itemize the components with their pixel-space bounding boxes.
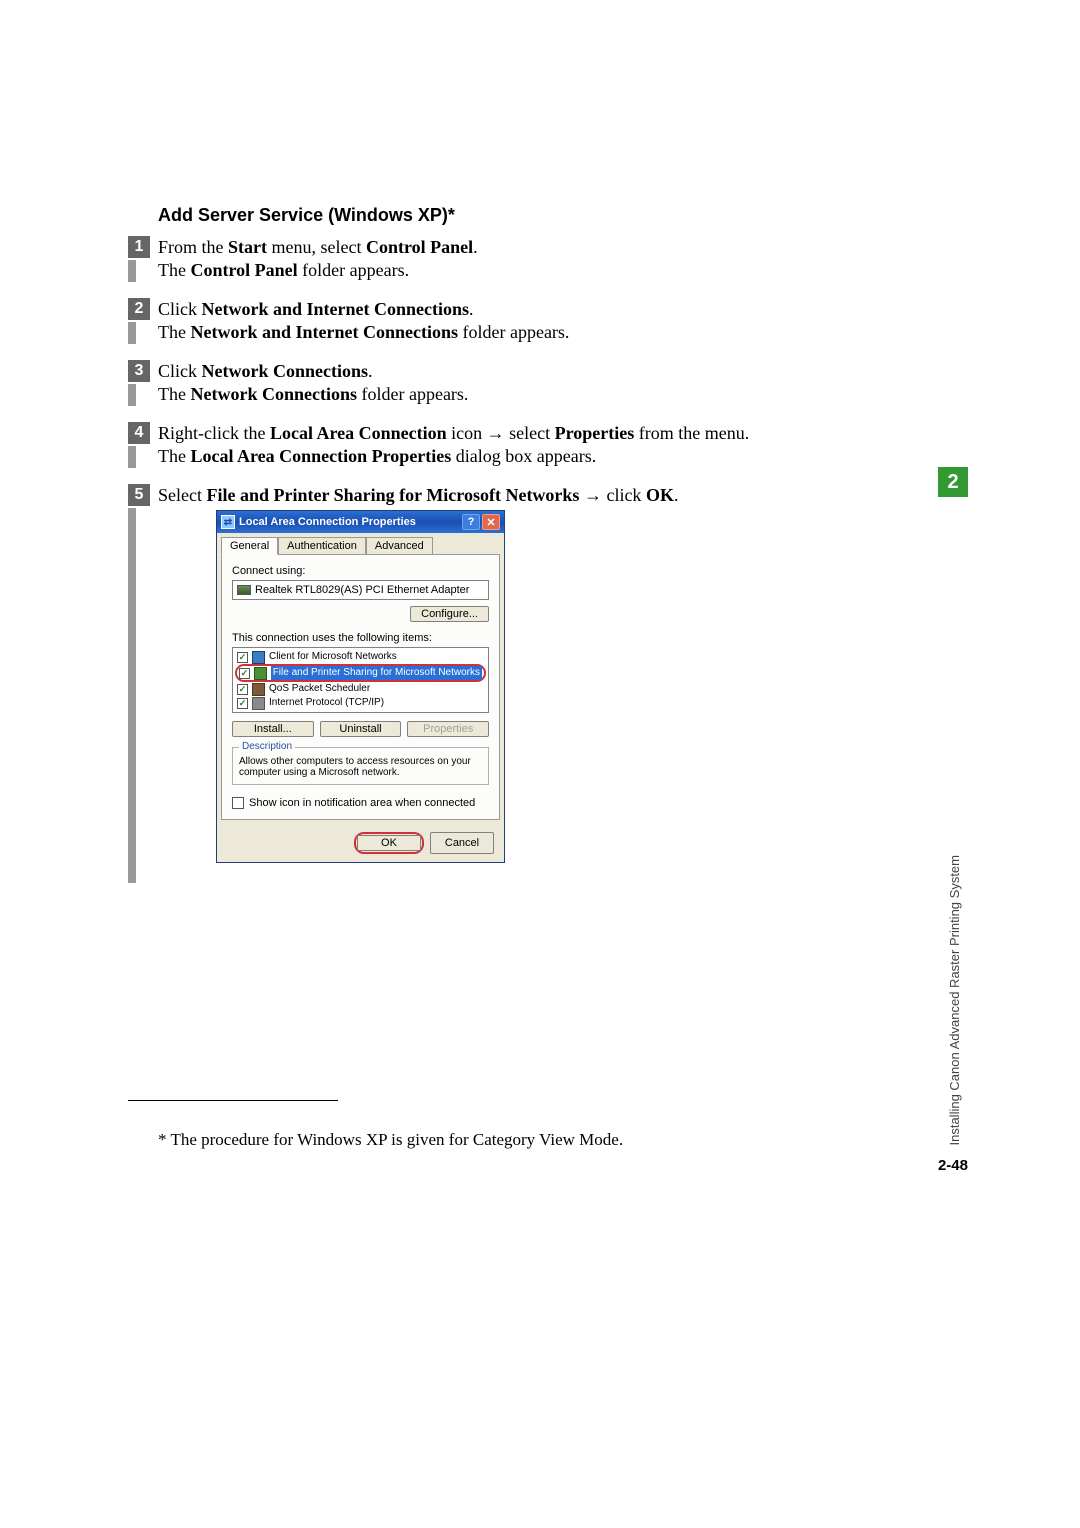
checkbox-icon[interactable]: ✓ <box>237 652 248 663</box>
arrow-right-icon: → <box>584 485 602 505</box>
connect-using-label: Connect using: <box>232 565 489 577</box>
step-text-4: Right-click the Local Area Connection ic… <box>158 422 858 469</box>
list-item-tcpip[interactable]: ✓ Internet Protocol (TCP/IP) <box>233 696 488 710</box>
adapter-name: Realtek RTL8029(AS) PCI Ethernet Adapter <box>255 584 469 596</box>
tab-authentication[interactable]: Authentication <box>278 537 366 554</box>
list-item-label: Internet Protocol (TCP/IP) <box>269 696 384 710</box>
checkbox-icon[interactable]: ✓ <box>239 668 250 679</box>
dialog-tabs: General Authentication Advanced <box>217 533 504 554</box>
ok-highlight-ring: OK <box>354 832 424 854</box>
tcpip-icon <box>252 697 265 710</box>
step-number-5: 5 <box>128 484 150 506</box>
arrow-right-icon: → <box>487 423 505 443</box>
tab-advanced[interactable]: Advanced <box>366 537 433 554</box>
configure-button[interactable]: Configure... <box>410 606 489 622</box>
step-text-1: From the Start menu, select Control Pane… <box>158 236 858 283</box>
side-chapter-title: Installing Canon Advanced Raster Printin… <box>947 855 962 1146</box>
network-connection-icon: ⇄ <box>221 515 235 529</box>
list-item-label: File and Printer Sharing for Microsoft N… <box>271 666 482 680</box>
step-bar-5 <box>128 508 136 883</box>
dialog-button-row: OK Cancel <box>217 824 504 862</box>
checkbox-icon[interactable]: ✓ <box>237 684 248 695</box>
tab-panel-general: Connect using: Realtek RTL8029(AS) PCI E… <box>221 554 500 820</box>
list-item-client[interactable]: ✓ Client for Microsoft Networks <box>233 650 488 664</box>
qos-icon <box>252 683 265 696</box>
tab-general[interactable]: General <box>221 537 278 555</box>
description-legend: Description <box>239 741 295 752</box>
step-text-5: Select File and Printer Sharing for Micr… <box>158 484 858 507</box>
footnote-rule <box>128 1100 338 1101</box>
page-number: 2-48 <box>938 1157 968 1174</box>
items-label: This connection uses the following items… <box>232 632 489 644</box>
step-bar-3 <box>128 384 136 406</box>
step-text-2: Click Network and Internet Connections. … <box>158 298 858 345</box>
chapter-tab: 2 <box>938 467 968 497</box>
client-icon <box>252 651 265 664</box>
items-list: ✓ Client for Microsoft Networks ✓ File a… <box>232 647 489 713</box>
dialog-title: Local Area Connection Properties <box>239 516 416 528</box>
description-group: Description Allows other computers to ac… <box>232 747 489 785</box>
ok-button[interactable]: OK <box>357 835 421 851</box>
uninstall-button[interactable]: Uninstall <box>320 721 402 737</box>
step-bar-1 <box>128 260 136 282</box>
step-bar-4 <box>128 446 136 468</box>
close-button[interactable]: ✕ <box>482 514 500 530</box>
show-icon-label: Show icon in notification area when conn… <box>249 797 475 809</box>
list-item-label: QoS Packet Scheduler <box>269 682 370 696</box>
list-item-label: Client for Microsoft Networks <box>269 650 397 664</box>
file-print-sharing-icon <box>254 667 267 680</box>
step-text-3: Click Network Connections. The Network C… <box>158 360 858 407</box>
description-text: Allows other computers to access resourc… <box>239 756 471 778</box>
list-item-qos[interactable]: ✓ QoS Packet Scheduler <box>233 682 488 696</box>
step-bar-2 <box>128 322 136 344</box>
step-number-1: 1 <box>128 236 150 258</box>
checkbox-icon[interactable]: ✓ <box>237 698 248 709</box>
page-heading: Add Server Service (Windows XP)* <box>158 205 455 226</box>
properties-button[interactable]: Properties <box>407 721 489 737</box>
checkbox-icon[interactable] <box>232 797 244 809</box>
dialog-titlebar: ⇄ Local Area Connection Properties ? ✕ <box>217 511 504 533</box>
help-button[interactable]: ? <box>462 514 480 530</box>
cancel-button[interactable]: Cancel <box>430 832 494 854</box>
step-number-2: 2 <box>128 298 150 320</box>
list-item-file-printer-sharing[interactable]: ✓ File and Printer Sharing for Microsoft… <box>235 664 486 682</box>
connection-properties-dialog: ⇄ Local Area Connection Properties ? ✕ G… <box>216 510 505 863</box>
show-icon-row[interactable]: Show icon in notification area when conn… <box>232 797 489 809</box>
adapter-field: Realtek RTL8029(AS) PCI Ethernet Adapter <box>232 580 489 600</box>
install-button[interactable]: Install... <box>232 721 314 737</box>
step-number-4: 4 <box>128 422 150 444</box>
step-number-3: 3 <box>128 360 150 382</box>
footnote: * The procedure for Windows XP is given … <box>158 1130 623 1150</box>
nic-icon <box>237 585 251 595</box>
